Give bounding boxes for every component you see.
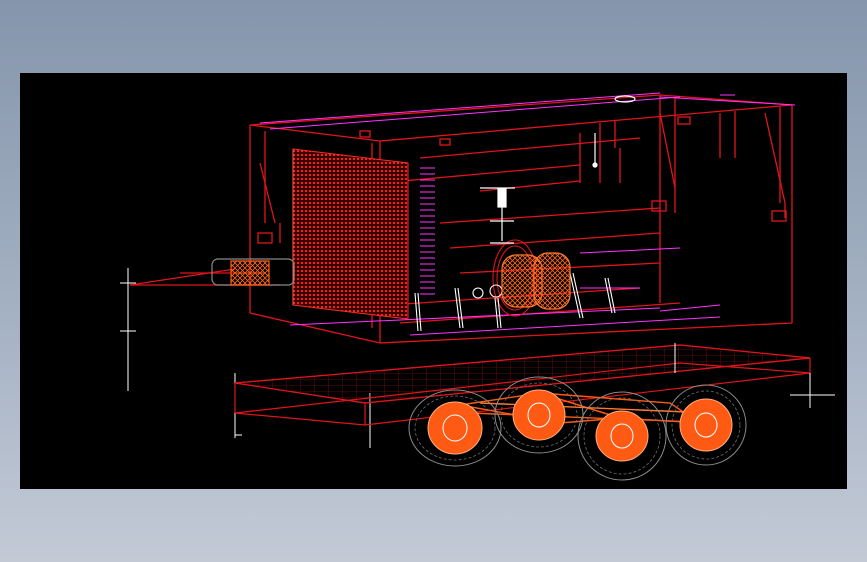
wheel-rear-right	[665, 384, 747, 466]
radiator	[292, 148, 409, 320]
hitch-muffler	[211, 258, 295, 286]
cad-viewport[interactable]	[20, 73, 847, 489]
wheel-front-left	[408, 389, 502, 467]
lifting-hook	[480, 95, 636, 244]
alternator	[501, 252, 571, 310]
wheel-rear-left	[577, 391, 667, 481]
wireframe-model	[120, 92, 835, 481]
